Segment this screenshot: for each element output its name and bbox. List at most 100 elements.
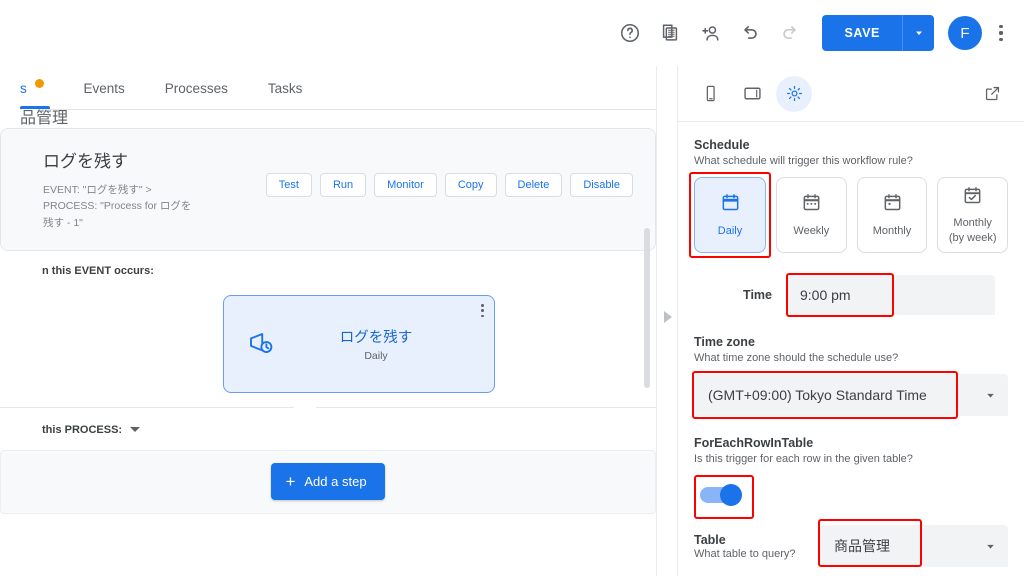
rule-card-header: ログを残す EVENT: "ログを残す" > PROCESS: "Process… xyxy=(1,128,655,250)
calendar-day-icon xyxy=(720,192,741,217)
workflow-rule-card: ログを残す EVENT: "ログを残す" > PROCESS: "Process… xyxy=(0,127,656,251)
event-section-label: n this EVENT occurs: xyxy=(42,264,154,277)
schedule-option-weekly[interactable]: Weekly xyxy=(776,177,847,253)
rule-subtitle-line2: PROCESS: "Process for ログを xyxy=(43,200,192,213)
disable-button[interactable]: Disable xyxy=(570,172,633,197)
rule-subtitle: EVENT: "ログを残す" > PROCESS: "Process for ロ… xyxy=(43,182,213,232)
save-button[interactable]: SAVE xyxy=(822,15,902,51)
avatar[interactable]: F xyxy=(948,16,982,50)
top-toolbar-actions: SAVE F xyxy=(610,13,1014,53)
table-dropdown-caret-icon[interactable] xyxy=(972,540,1008,553)
duplicate-icon[interactable] xyxy=(650,13,690,53)
main-inner: s Events Processes Tasks 品管理 ログを残す EVENT… xyxy=(0,66,656,514)
calendar-week-icon xyxy=(801,192,822,217)
panel-splitter xyxy=(656,66,678,576)
schedule-help: What schedule will trigger this workflow… xyxy=(694,155,913,167)
table-help: What table to query? xyxy=(694,547,796,560)
monitor-button[interactable]: Monitor xyxy=(374,172,437,197)
foreachrow-toggle[interactable] xyxy=(700,484,742,506)
event-node-title: ログを残す xyxy=(339,329,413,346)
schedule-option-monthly-by-week[interactable]: Monthly (by week) xyxy=(937,177,1009,253)
delete-button[interactable]: Delete xyxy=(504,172,563,197)
properties-panel: Schedule What schedule will trigger this… xyxy=(678,66,1024,576)
schedule-option-daily-label: Daily xyxy=(717,224,743,237)
rule-name: ログを残す xyxy=(43,151,128,171)
run-button[interactable]: Run xyxy=(319,172,367,197)
add-step-strip: + Add a step xyxy=(0,449,656,514)
schedule-option-monthly-label: Monthly xyxy=(872,224,912,237)
event-node[interactable]: ログを残す Daily xyxy=(223,294,495,393)
timezone-section: Time zone What time zone should the sche… xyxy=(692,335,1008,419)
add-person-icon[interactable] xyxy=(690,13,730,53)
timezone-title: Time zone xyxy=(694,335,755,349)
process-collapse-caret-icon[interactable] xyxy=(130,427,141,433)
table-labels: Table What table to query? xyxy=(694,533,820,560)
schedule-option-daily-annotation: Daily xyxy=(689,172,771,258)
main-scrollbar[interactable] xyxy=(644,228,650,388)
timezone-select[interactable]: (GMT+09:00) Tokyo Standard Time xyxy=(692,371,1008,419)
tab-tasks[interactable]: Tasks xyxy=(248,81,323,109)
settings-gear-icon[interactable] xyxy=(776,75,812,112)
test-button[interactable]: Test xyxy=(265,172,312,197)
more-vert-icon[interactable] xyxy=(988,16,1014,50)
table-select[interactable]: 商品管理 xyxy=(818,519,1008,567)
flow-divider xyxy=(0,405,656,419)
foreachrow-title: ForEachRowInTable xyxy=(694,436,814,450)
tablet-icon[interactable] xyxy=(734,76,770,112)
timezone-value: (GMT+09:00) Tokyo Standard Time xyxy=(708,387,927,403)
schedule-option-weekly-label: Weekly xyxy=(793,224,830,237)
event-node-text: ログを残す Daily xyxy=(298,326,494,362)
panel-expand-arrow-icon[interactable] xyxy=(664,311,672,323)
time-field-wrap xyxy=(786,273,1008,317)
schedule-option-monthly-by-week-label-2: (by week) xyxy=(948,231,997,244)
tab-events[interactable]: Events xyxy=(64,81,145,109)
workspace-tabs: s Events Processes Tasks xyxy=(20,66,656,110)
phone-icon[interactable] xyxy=(692,76,728,112)
time-input[interactable] xyxy=(786,275,995,315)
tab-badge-dot-icon xyxy=(34,79,44,88)
add-step-label: Add a step xyxy=(304,474,367,490)
help-icon[interactable] xyxy=(610,13,650,53)
process-section-row: this PROCESS: xyxy=(0,408,656,450)
copy-button[interactable]: Copy xyxy=(444,172,497,197)
undo-icon[interactable] xyxy=(730,13,770,53)
save-dropdown-caret-icon[interactable] xyxy=(902,15,934,51)
event-flow-area: ログを残す Daily xyxy=(42,276,656,407)
table-section: Table What table to query? 商品管理 xyxy=(694,519,1008,567)
event-node-subtitle: Daily xyxy=(364,349,388,362)
timezone-dropdown-caret-icon[interactable] xyxy=(972,389,1008,402)
main-content: s Events Processes Tasks 品管理 ログを残す EVENT… xyxy=(0,66,656,576)
panel-toolbar xyxy=(678,66,1024,122)
plus-icon: + xyxy=(285,472,296,492)
schedule-option-monthly[interactable]: Monthly xyxy=(856,177,928,253)
schedule-options: Daily Weekly Monthly Monthly (by week) xyxy=(689,172,1009,258)
foreachrow-help: Is this trigger for each row in the give… xyxy=(694,453,913,465)
time-row: Time xyxy=(694,273,1008,317)
rule-subtitle-line1: EVENT: "ログを残す" > xyxy=(43,183,152,196)
top-toolbar: SAVE F xyxy=(0,0,1024,66)
toggle-knob xyxy=(720,484,742,506)
timezone-help: What time zone should the schedule use? xyxy=(694,352,899,364)
scheduled-announcement-icon xyxy=(224,329,298,359)
foreachrow-toggle-wrap xyxy=(694,475,754,519)
tab-active-partial[interactable]: s xyxy=(20,79,64,109)
schedule-option-monthly-by-week-label-1: Monthly xyxy=(953,217,992,230)
redo-icon[interactable] xyxy=(770,13,810,53)
table-title: Table xyxy=(694,532,726,547)
time-label: Time xyxy=(743,288,772,302)
open-in-new-icon[interactable] xyxy=(974,76,1010,112)
add-step-button[interactable]: + Add a step xyxy=(271,463,385,501)
table-value: 商品管理 xyxy=(834,538,890,554)
panel-body: Schedule What schedule will trigger this… xyxy=(678,122,1024,576)
event-node-more-icon[interactable] xyxy=(481,303,484,318)
app-root: SAVE F s Events Processes Tasks 品管理 ログを残… xyxy=(0,0,1024,576)
calendar-check-icon xyxy=(962,185,983,210)
process-section-label: this PROCESS: xyxy=(42,423,123,436)
foreachrow-section: ForEachRowInTable Is this trigger for ea… xyxy=(694,436,1008,519)
schedule-title: Schedule xyxy=(694,138,750,152)
tab-processes[interactable]: Processes xyxy=(145,81,248,109)
schedule-option-daily[interactable]: Daily xyxy=(694,177,766,253)
page-title: 品管理 xyxy=(20,110,69,127)
calendar-month-icon xyxy=(882,192,903,217)
rule-subtitle-line3: 残す - 1" xyxy=(43,217,83,230)
